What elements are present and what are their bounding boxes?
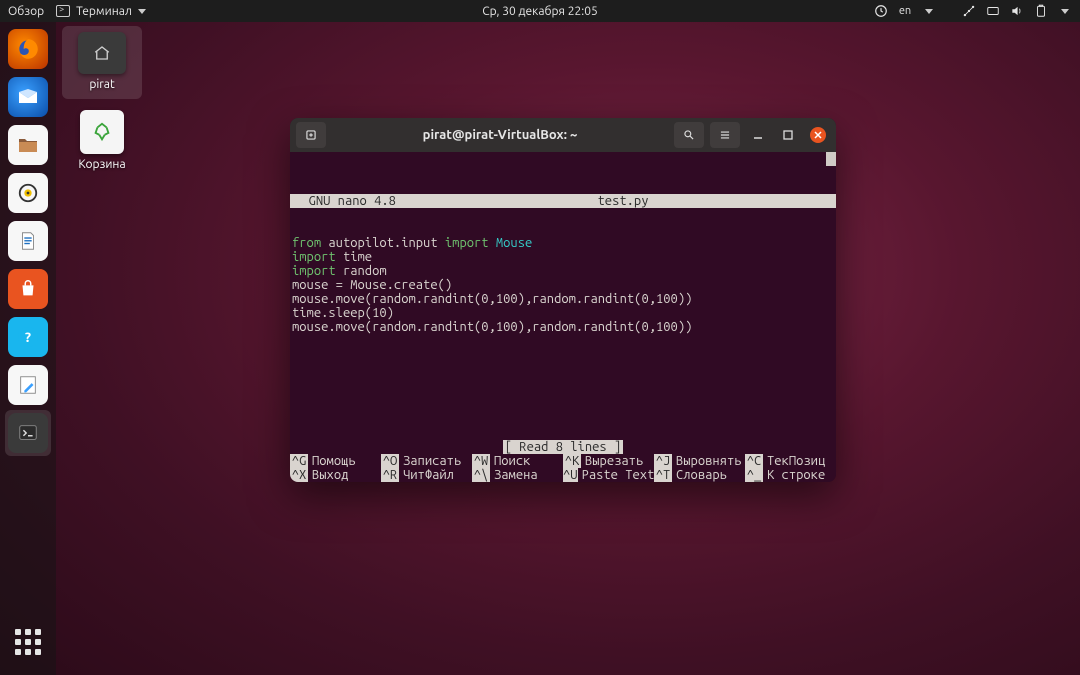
top-panel: Обзор Терминал Ср, 30 декабря 22:05 en xyxy=(0,0,1080,22)
new-tab-button[interactable] xyxy=(296,122,326,148)
nano-shortcut: ^JВыровнять xyxy=(654,454,745,468)
chevron-down-icon xyxy=(922,4,936,18)
nano-shortcut: ^OЗаписать xyxy=(381,454,472,468)
nano-shortcut: ^_К строке xyxy=(745,468,836,482)
desktop-icon-label: Корзина xyxy=(62,158,142,171)
thunderbird-icon xyxy=(8,77,48,117)
maximize-button[interactable] xyxy=(780,127,796,143)
dock-item-thunderbird[interactable] xyxy=(5,74,51,120)
nano-shortcut: ^WПоиск xyxy=(472,454,563,468)
nano-shortcut: ^TСловарь xyxy=(654,468,745,482)
terminal-content[interactable]: GNU nano 4.8 test.py from autopilot.inpu… xyxy=(290,152,836,482)
nano-shortcut: ^\Замена xyxy=(472,468,563,482)
terminal-window: pirat@pirat-VirtualBox: ~ GNU nano 4.8 t… xyxy=(290,118,836,482)
nano-titlebar: GNU nano 4.8 test.py xyxy=(290,194,836,208)
appmenu-button[interactable]: Терминал xyxy=(56,5,146,18)
text-editor-icon xyxy=(8,365,48,405)
chevron-down-icon xyxy=(1058,4,1072,18)
battery-icon[interactable] xyxy=(1034,4,1048,18)
nano-status: [ Read 8 lines ] xyxy=(290,440,836,454)
help-icon: ? xyxy=(8,317,48,357)
nano-shortcut: ^XВыход xyxy=(290,468,381,482)
titlebar[interactable]: pirat@pirat-VirtualBox: ~ xyxy=(290,118,836,152)
dock-item-rhythmbox[interactable] xyxy=(5,170,51,216)
editor-buffer[interactable]: from autopilot.input import Mouseimport … xyxy=(290,236,836,334)
dock-item-firefox[interactable] xyxy=(5,26,51,72)
nano-shortcut: ^KВырезать xyxy=(563,454,654,468)
firefox-icon xyxy=(8,29,48,69)
window-title: pirat@pirat-VirtualBox: ~ xyxy=(332,128,668,142)
vpn-icon[interactable] xyxy=(986,4,1000,18)
chevron-down-icon xyxy=(138,9,146,14)
activities-button[interactable]: Обзор xyxy=(8,5,44,18)
files-icon xyxy=(8,125,48,165)
nano-shortcut: ^CТекПозиц xyxy=(745,454,836,468)
dock-item-terminal[interactable] xyxy=(5,410,51,456)
nano-help-bar: ^GПомощь^XВыход^OЗаписать^RЧитФайл^WПоис… xyxy=(290,454,836,482)
dock-item-editor[interactable] xyxy=(5,362,51,408)
dock-item-help[interactable]: ? xyxy=(5,314,51,360)
nano-shortcut: ^GПомощь xyxy=(290,454,381,468)
desktop-trash[interactable]: Корзина xyxy=(62,110,142,171)
clock[interactable]: Ср, 30 декабря 22:05 xyxy=(482,5,598,18)
speaker-icon xyxy=(8,173,48,213)
svg-text:?: ? xyxy=(25,329,31,345)
desktop-home-folder[interactable]: pirat xyxy=(62,26,142,99)
dock-item-files[interactable] xyxy=(5,122,51,168)
search-button[interactable] xyxy=(674,122,704,148)
appmenu-label: Терминал xyxy=(76,5,132,18)
close-button[interactable] xyxy=(810,127,826,143)
dock-item-software[interactable] xyxy=(5,266,51,312)
lang-indicator[interactable]: en xyxy=(898,4,912,18)
system-tray: en xyxy=(874,4,1072,18)
keyboard-status-icon[interactable] xyxy=(874,4,888,18)
dock-item-libreoffice[interactable] xyxy=(5,218,51,264)
scrollbar[interactable] xyxy=(826,152,836,166)
nano-shortcut: ^RЧитФайл xyxy=(381,468,472,482)
trash-icon xyxy=(80,110,124,154)
nano-shortcut: ^UPaste Text xyxy=(563,468,654,482)
minimize-button[interactable] xyxy=(750,127,766,143)
network-icon[interactable] xyxy=(962,4,976,18)
document-icon xyxy=(8,221,48,261)
folder-icon xyxy=(78,32,126,74)
desktop-icon-label: pirat xyxy=(62,78,142,91)
show-applications-button[interactable] xyxy=(5,619,51,665)
volume-icon[interactable] xyxy=(1010,4,1024,18)
menu-button[interactable] xyxy=(710,122,740,148)
software-icon xyxy=(8,269,48,309)
terminal-icon xyxy=(56,5,70,17)
terminal-icon xyxy=(8,413,48,453)
launcher-dock: ? xyxy=(0,22,56,675)
